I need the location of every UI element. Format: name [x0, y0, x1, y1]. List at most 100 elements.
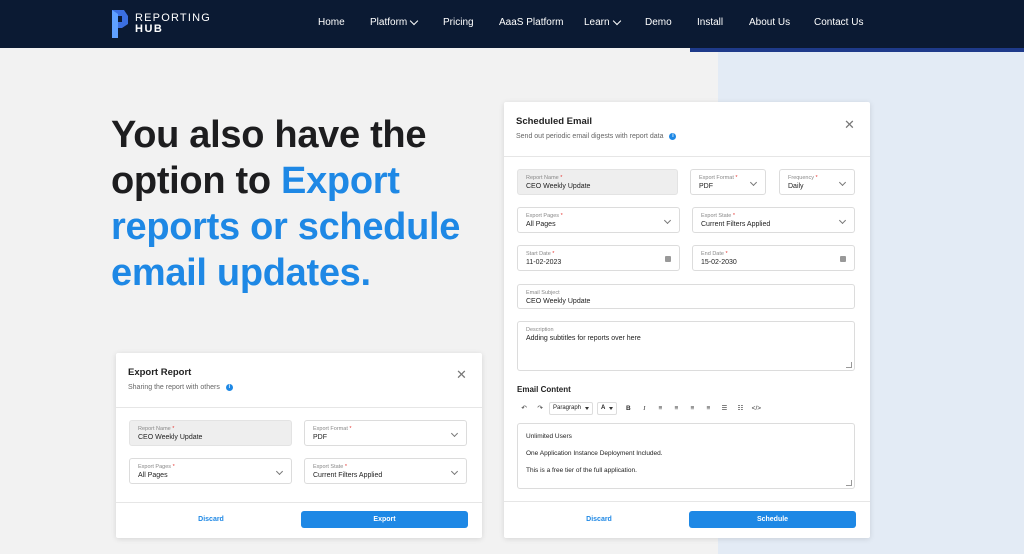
field-label: Description — [526, 327, 554, 333]
chevron-down-icon — [612, 16, 621, 26]
field-label: Export State * — [313, 464, 347, 470]
chevron-down-icon — [450, 429, 459, 438]
export-format-select[interactable]: Export Format * PDF — [304, 420, 467, 446]
field-value: Current Filters Applied — [701, 221, 771, 228]
start-date-field[interactable]: Start Date * 11-02-2023 — [517, 245, 680, 271]
chevron-down-icon — [838, 178, 847, 187]
paragraph-select-label: Paragraph — [553, 405, 582, 411]
close-icon[interactable]: ✕ — [844, 118, 855, 131]
chevron-down-icon — [275, 467, 284, 476]
field-label: Email Subject — [526, 290, 560, 296]
card-subtitle: Send out periodic email digests with rep… — [516, 133, 677, 140]
bold-icon[interactable]: B — [621, 403, 635, 415]
card-subtitle-text: Send out periodic email digests with rep… — [516, 133, 664, 140]
align-left-icon[interactable]: ≡ — [653, 403, 667, 415]
nav-link-label: Demo — [645, 17, 672, 28]
export-format-select[interactable]: Export Format * PDF — [690, 169, 766, 195]
align-right-icon[interactable]: ≡ — [685, 403, 699, 415]
nav-link-demo[interactable]: Demo — [645, 17, 672, 28]
paragraph-select[interactable]: Paragraph — [549, 402, 594, 415]
field-label: Report Name * — [526, 175, 563, 181]
bullet-list-icon[interactable]: ☰ — [717, 403, 731, 415]
font-color-label: A — [601, 405, 606, 411]
italic-icon[interactable]: I — [637, 403, 651, 415]
top-navbar: REPORTING HUB Home Platform Pricing AaaS… — [0, 0, 1024, 48]
card-subtitle-text: Sharing the report with others — [128, 384, 220, 391]
undo-icon[interactable]: ↶ — [517, 403, 531, 415]
report-name-field: Report Name * CEO Weekly Update — [129, 420, 292, 446]
divider — [504, 156, 870, 157]
field-value: CEO Weekly Update — [526, 298, 591, 305]
end-date-field[interactable]: End Date * 15-02-2030 — [692, 245, 855, 271]
chevron-down-icon — [749, 178, 758, 187]
nav-link-label: Learn — [584, 17, 610, 28]
email-content-editor[interactable]: Unlimited Users One Application Instance… — [517, 423, 855, 489]
export-pages-select[interactable]: Export Pages * All Pages — [517, 207, 680, 233]
field-label: Export Format * — [313, 426, 352, 432]
chevron-down-icon — [609, 407, 614, 410]
code-icon[interactable]: </> — [749, 403, 763, 415]
field-value: 15-02-2030 — [701, 259, 737, 266]
close-icon[interactable]: ✕ — [456, 368, 467, 381]
nav-link-install[interactable]: Install — [697, 17, 723, 28]
card-title: Export Report — [128, 367, 192, 378]
export-state-select[interactable]: Export State * Current Filters Applied — [304, 458, 467, 484]
card-title: Scheduled Email — [516, 116, 593, 127]
nav-link-label: AaaS Platform — [499, 17, 564, 28]
nav-link-contact-us[interactable]: Contact Us — [814, 17, 863, 28]
field-value: Adding subtitles for reports over here — [526, 335, 641, 342]
nav-link-home[interactable]: Home — [318, 17, 345, 28]
nav-link-label: Home — [318, 17, 345, 28]
schedule-button[interactable]: Schedule — [689, 511, 856, 528]
nav-link-platform[interactable]: Platform — [370, 16, 419, 28]
resize-handle-icon[interactable] — [846, 480, 852, 486]
redo-icon[interactable]: ↷ — [533, 403, 547, 415]
editor-line: Unlimited Users — [526, 433, 572, 440]
hero-headline: You also have the option to Export repor… — [111, 112, 511, 296]
email-subject-field[interactable]: Email Subject CEO Weekly Update — [517, 284, 855, 309]
align-justify-icon[interactable]: ≡ — [701, 403, 715, 415]
field-label: Export Pages * — [138, 464, 175, 470]
editor-line: This is a free tier of the full applicat… — [526, 467, 637, 474]
nav-link-learn[interactable]: Learn — [584, 16, 621, 28]
calendar-icon[interactable] — [665, 256, 671, 262]
editor-toolbar: ↶ ↷ Paragraph A B I ≡ ≡ ≡ ≡ ☰ ☷ </> — [517, 402, 765, 415]
editor-line: One Application Instance Deployment Incl… — [526, 450, 663, 457]
numbered-list-icon[interactable]: ☷ — [733, 403, 747, 415]
field-value: All Pages — [526, 221, 556, 228]
nav-link-label: Contact Us — [814, 17, 864, 28]
resize-handle-icon[interactable] — [846, 362, 852, 368]
font-color-select[interactable]: A — [597, 402, 618, 415]
field-value: Current Filters Applied — [313, 472, 383, 479]
field-label: End Date * — [701, 251, 728, 257]
field-label: Export State * — [701, 213, 735, 219]
card-subtitle: Sharing the report with others i — [128, 384, 233, 391]
info-icon[interactable]: i — [669, 133, 677, 140]
field-value: PDF — [699, 183, 713, 190]
discard-button[interactable]: Discard — [176, 516, 246, 523]
nav-link-label: Pricing — [443, 17, 474, 28]
chevron-down-icon — [450, 467, 459, 476]
report-name-field: Report Name * CEO Weekly Update — [517, 169, 678, 195]
nav-link-aaas-platform[interactable]: AaaS Platform — [499, 17, 563, 28]
frequency-select[interactable]: Frequency * Daily — [779, 169, 855, 195]
field-value: All Pages — [138, 472, 168, 479]
info-icon[interactable]: i — [225, 384, 233, 391]
description-textarea[interactable]: Description Adding subtitles for reports… — [517, 321, 855, 371]
chevron-down-icon — [838, 216, 847, 225]
export-pages-select[interactable]: Export Pages * All Pages — [129, 458, 292, 484]
calendar-icon[interactable] — [840, 256, 846, 262]
nav-link-label: Install — [697, 17, 724, 28]
nav-link-about-us[interactable]: About Us — [749, 17, 790, 28]
field-label: Frequency * — [788, 175, 818, 181]
chevron-down-icon — [585, 407, 590, 410]
export-state-select[interactable]: Export State * Current Filters Applied — [692, 207, 855, 233]
field-label: Export Pages * — [526, 213, 563, 219]
export-report-card: Export Report Sharing the report with ot… — [116, 353, 482, 538]
nav-link-pricing[interactable]: Pricing — [443, 17, 474, 28]
export-button[interactable]: Export — [301, 511, 468, 528]
field-value: CEO Weekly Update — [526, 183, 591, 190]
discard-button[interactable]: Discard — [564, 516, 634, 523]
field-label: Report Name * — [138, 426, 175, 432]
align-center-icon[interactable]: ≡ — [669, 403, 683, 415]
